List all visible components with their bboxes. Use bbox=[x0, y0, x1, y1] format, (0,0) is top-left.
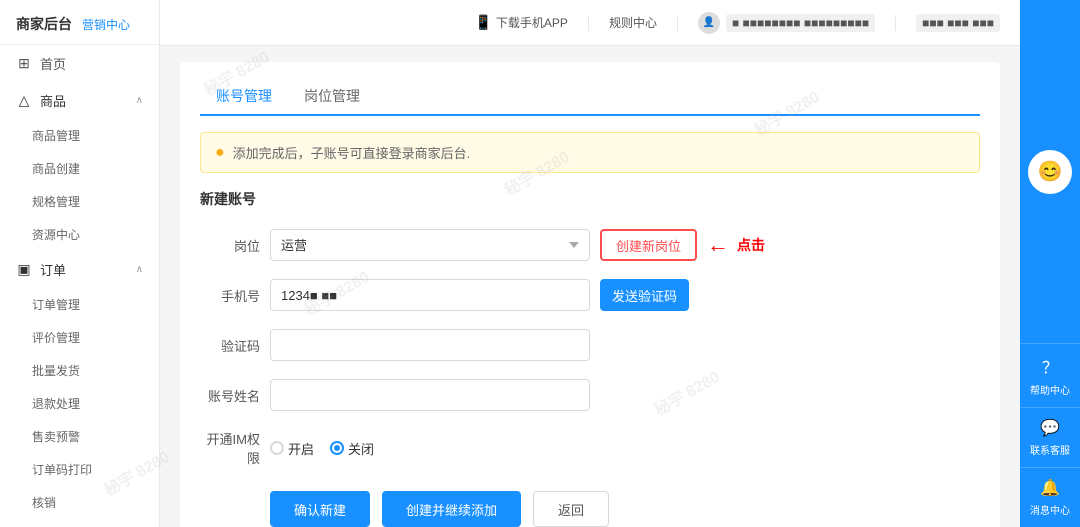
message-center-button[interactable]: 🔔 消息中心 bbox=[1020, 467, 1080, 527]
help-center-label: 帮助中心 bbox=[1030, 382, 1070, 397]
im-close-radio[interactable] bbox=[330, 441, 344, 455]
im-close-label: 关闭 bbox=[348, 439, 374, 458]
sidebar: 商家后台 营销中心 ⊞ 首页 △ 商品 ∧ 商品管理 商品创建 规格管理 资源中… bbox=[0, 0, 160, 527]
name-input-wrapper bbox=[270, 379, 590, 411]
sidebar-section-order[interactable]: ▣ 订单 ∧ bbox=[0, 251, 159, 288]
form-footer: 确认新建 创建并继续添加 返回 bbox=[200, 491, 980, 527]
sidebar-section-goods[interactable]: △ 商品 ∧ bbox=[0, 82, 159, 119]
form-row-phone: 手机号 发送验证码 bbox=[200, 279, 980, 311]
form-row-code: 验证码 bbox=[200, 329, 980, 361]
sidebar-order-subitems: 订单管理 评价管理 批量发货 退款处理 售卖预警 订单码打印 核销 bbox=[0, 288, 159, 519]
sidebar-logo-sub: 营销中心 bbox=[82, 16, 130, 33]
notice-icon: ● bbox=[215, 144, 225, 162]
sidebar-logo: 商家后台 营销中心 bbox=[0, 0, 159, 45]
sidebar-item-home-label: 首页 bbox=[40, 54, 66, 73]
arrow-icon: ← bbox=[707, 232, 729, 258]
im-radio-group: 开启 关闭 bbox=[270, 439, 374, 458]
form-row-position: 岗位 运营 创建新岗位 ← 点击 bbox=[200, 229, 980, 261]
header-divider-3 bbox=[895, 15, 896, 31]
sidebar-item-batch-ship[interactable]: 批量发货 bbox=[0, 354, 159, 387]
sidebar-item-resource-center[interactable]: 资源中心 bbox=[0, 218, 159, 251]
sidebar-goods-subitems: 商品管理 商品创建 规格管理 资源中心 bbox=[0, 119, 159, 251]
arrow-hint-container: ← 点击 bbox=[707, 232, 765, 258]
position-label: 岗位 bbox=[200, 236, 260, 255]
page-body: 账号管理 岗位管理 ● 添加完成后，子账号可直接登录商家后台. 新建账号 岗位 … bbox=[160, 46, 1020, 527]
sidebar-item-goods-manage[interactable]: 商品管理 bbox=[0, 119, 159, 152]
sidebar-section-order-label: 订单 bbox=[40, 260, 66, 279]
create-continue-button[interactable]: 创建并继续添加 bbox=[382, 491, 521, 527]
top-header: 📱 下载手机APP 规则中心 👤 ■ ■■■■■■■■ ■■■■■■■■■ ■■… bbox=[160, 0, 1020, 46]
notice-text: 添加完成后，子账号可直接登录商家后台. bbox=[233, 143, 471, 162]
sidebar-item-sale-warning[interactable]: 售卖预警 bbox=[0, 420, 159, 453]
main-content: 📱 下载手机APP 规则中心 👤 ■ ■■■■■■■■ ■■■■■■■■■ ■■… bbox=[160, 0, 1020, 527]
message-icon: 🔔 bbox=[1040, 478, 1060, 498]
phone-input-wrapper bbox=[270, 279, 590, 311]
sidebar-item-order-qrcode[interactable]: 订单码打印 bbox=[0, 453, 159, 486]
avatar: 👤 bbox=[698, 12, 720, 34]
extra-info: ■■■ ■■■ ■■■ bbox=[916, 14, 1000, 32]
phone-label: 手机号 bbox=[200, 286, 260, 305]
tab-account[interactable]: 账号管理 bbox=[200, 78, 288, 116]
position-select-wrapper: 运营 bbox=[270, 229, 590, 261]
form-row-name: 账号姓名 bbox=[200, 379, 980, 411]
download-app-btn[interactable]: 📱 下载手机APP bbox=[474, 14, 567, 31]
arrow-hint-text: 点击 bbox=[737, 235, 765, 255]
sidebar-item-verification[interactable]: 核销 bbox=[0, 486, 159, 519]
float-avatar: 😊 bbox=[1028, 150, 1072, 194]
right-panel: 😊 ？ 帮助中心 💬 联系客服 🔔 消息中心 bbox=[1020, 0, 1080, 527]
user-info: ■ ■■■■■■■■ ■■■■■■■■■ bbox=[726, 14, 875, 32]
sidebar-item-review-manage[interactable]: 评价管理 bbox=[0, 321, 159, 354]
send-code-button[interactable]: 发送验证码 bbox=[600, 279, 689, 311]
im-open-radio[interactable] bbox=[270, 441, 284, 455]
message-center-label: 消息中心 bbox=[1030, 502, 1070, 517]
rules-center-btn[interactable]: 规则中心 bbox=[609, 14, 657, 31]
back-button[interactable]: 返回 bbox=[533, 491, 609, 527]
sidebar-item-order-manage[interactable]: 订单管理 bbox=[0, 288, 159, 321]
phone-icon: 📱 bbox=[474, 14, 491, 31]
contact-service-button[interactable]: 💬 联系客服 bbox=[1020, 407, 1080, 467]
code-label: 验证码 bbox=[200, 336, 260, 355]
confirm-create-button[interactable]: 确认新建 bbox=[270, 491, 370, 527]
header-user: 👤 ■ ■■■■■■■■ ■■■■■■■■■ bbox=[698, 12, 875, 34]
im-label: 开通IM权限 bbox=[200, 429, 260, 467]
download-app-label: 下载手机APP bbox=[496, 14, 568, 31]
goods-arrow-icon: ∧ bbox=[136, 95, 143, 106]
help-icon: ？ bbox=[1042, 354, 1058, 378]
right-panel-top: 😊 bbox=[1028, 0, 1072, 343]
sidebar-item-refund-process[interactable]: 退款处理 bbox=[0, 387, 159, 420]
tab-content: ● 添加完成后，子账号可直接登录商家后台. 新建账号 岗位 运营 创建新岗位 ←… bbox=[200, 116, 980, 527]
home-icon: ⊞ bbox=[16, 56, 32, 72]
order-icon: ▣ bbox=[16, 262, 32, 278]
order-arrow-icon: ∧ bbox=[136, 264, 143, 275]
im-option-close[interactable]: 关闭 bbox=[330, 439, 374, 458]
code-input-wrapper bbox=[270, 329, 590, 361]
code-input[interactable] bbox=[270, 329, 590, 361]
contact-icon: 💬 bbox=[1040, 418, 1060, 438]
phone-input[interactable] bbox=[270, 279, 590, 311]
sidebar-section-aftersale[interactable]: ◫ 售后 ∧ bbox=[0, 519, 159, 527]
form-row-im: 开通IM权限 开启 关闭 bbox=[200, 429, 980, 467]
sidebar-item-spec-manage[interactable]: 规格管理 bbox=[0, 185, 159, 218]
im-option-open[interactable]: 开启 bbox=[270, 439, 314, 458]
im-open-label: 开启 bbox=[288, 439, 314, 458]
name-input[interactable] bbox=[270, 379, 590, 411]
header-divider-1 bbox=[588, 15, 589, 31]
rules-center-label: 规则中心 bbox=[609, 14, 657, 31]
tab-position[interactable]: 岗位管理 bbox=[288, 78, 376, 116]
header-divider-2 bbox=[677, 15, 678, 31]
goods-icon: △ bbox=[16, 93, 32, 109]
sidebar-logo-title: 商家后台 bbox=[16, 14, 72, 34]
tabs: 账号管理 岗位管理 bbox=[200, 78, 980, 116]
sidebar-section-goods-label: 商品 bbox=[40, 91, 66, 110]
sidebar-item-home[interactable]: ⊞ 首页 bbox=[0, 45, 159, 82]
create-position-button[interactable]: 创建新岗位 bbox=[600, 229, 697, 261]
notice-bar: ● 添加完成后，子账号可直接登录商家后台. bbox=[200, 132, 980, 173]
position-select[interactable]: 运营 bbox=[270, 229, 590, 261]
content-panel: 账号管理 岗位管理 ● 添加完成后，子账号可直接登录商家后台. 新建账号 岗位 … bbox=[180, 62, 1000, 527]
help-center-button[interactable]: ？ 帮助中心 bbox=[1020, 343, 1080, 407]
sidebar-item-goods-create[interactable]: 商品创建 bbox=[0, 152, 159, 185]
form-title: 新建账号 bbox=[200, 189, 980, 209]
contact-service-label: 联系客服 bbox=[1030, 442, 1070, 457]
name-label: 账号姓名 bbox=[200, 386, 260, 405]
